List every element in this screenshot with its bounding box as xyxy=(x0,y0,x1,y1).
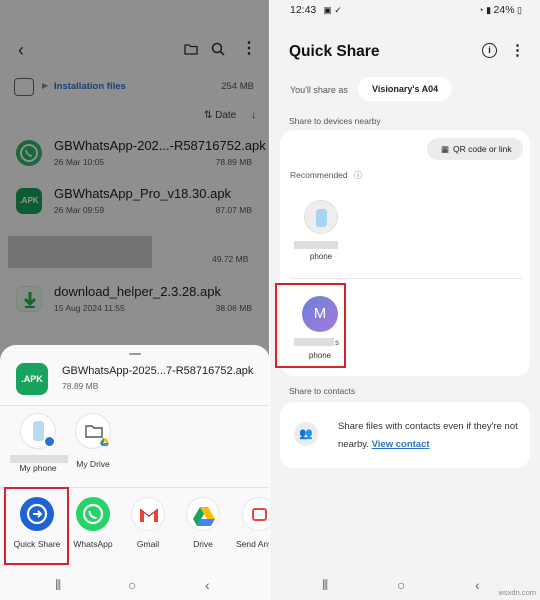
redacted-name xyxy=(10,455,68,463)
qr-code-icon: ▦ xyxy=(441,144,450,154)
info-icon[interactable]: i xyxy=(482,43,497,58)
home-button-icon[interactable]: ○ xyxy=(397,577,405,593)
qr-code-button[interactable]: ▦ QR code or link xyxy=(427,138,523,160)
battery-percent: 24% xyxy=(493,4,515,16)
watermark: wsxdn.com xyxy=(498,588,536,597)
device-my-drive[interactable]: My Drive xyxy=(63,413,123,469)
shared-file-size: 78.89 MB xyxy=(62,381,99,391)
drive-badge-icon xyxy=(100,438,109,447)
back-nav-icon[interactable]: ‹ xyxy=(205,577,210,593)
status-time: 12:43 xyxy=(290,4,317,16)
app-label: WhatsApp xyxy=(73,539,113,549)
back-nav-icon[interactable]: ‹ xyxy=(475,577,480,593)
recommended-label: Recommended ⓘ xyxy=(290,170,362,181)
app-drive[interactable]: Drive xyxy=(175,497,231,549)
device-name: phone xyxy=(309,252,333,261)
contacts-description: Share files with contacts even if they'r… xyxy=(338,418,526,454)
google-drive-icon xyxy=(186,497,220,531)
app-send-anywhere[interactable]: Send Anywhere xyxy=(230,497,270,550)
phone-icon xyxy=(20,413,56,449)
app-label: Send Anywhere xyxy=(236,539,270,549)
apk-icon: .APK xyxy=(16,363,48,395)
share-as-name[interactable]: Visionary's A04 xyxy=(358,77,453,101)
status-bar: 12:43 ▣ ✓ ◔ ▮ 24% ▯ xyxy=(290,4,522,16)
redacted-name xyxy=(294,241,338,249)
contacts-section-label: Share to contacts xyxy=(289,386,356,396)
divider xyxy=(290,278,522,279)
contacts-card[interactable]: 👥 Share files with contacts even if they… xyxy=(280,402,530,468)
share-as-label: You'll share as xyxy=(290,85,348,95)
signal-icon: ◔ ▮ xyxy=(478,5,494,15)
recent-apps-icon[interactable]: ⦀ xyxy=(55,577,61,594)
phone-icon xyxy=(316,209,327,227)
device-avatar[interactable] xyxy=(304,200,338,234)
shared-file: .APK GBWhatsApp-2025...7-R58716752.apk 7… xyxy=(16,363,256,399)
device-label: My Drive xyxy=(76,459,110,469)
app-gmail[interactable]: Gmail xyxy=(120,497,176,549)
status-icons: ▣ ✓ xyxy=(323,5,342,15)
divider xyxy=(0,405,270,406)
device-my-phone[interactable]: My phone xyxy=(8,413,68,473)
shared-file-name: GBWhatsApp-2025...7-R58716752.apk xyxy=(62,365,254,377)
app-whatsapp[interactable]: WhatsApp xyxy=(65,497,121,549)
drive-folder-icon xyxy=(75,413,111,449)
contacts-icon: 👥 xyxy=(294,422,318,446)
navigation-bar: ⦀ ○ ‹ xyxy=(0,570,270,600)
recommended-text: Recommended xyxy=(290,170,348,180)
home-button-icon[interactable]: ○ xyxy=(128,577,136,593)
battery-status: ◔ ▮ 24% ▯ xyxy=(478,4,522,16)
highlight-device xyxy=(275,283,346,368)
nearby-section-label: Share to devices nearby xyxy=(289,116,381,126)
file-manager-panel: ‹ ⋮ ▶ Installation files 254 MB ⇅ Date ↓… xyxy=(0,0,270,600)
device-label: My phone xyxy=(19,463,57,473)
send-anywhere-icon xyxy=(242,497,270,531)
gmail-icon xyxy=(131,497,165,531)
view-contact-link[interactable]: View contact xyxy=(372,439,430,450)
page-title: Quick Share xyxy=(289,43,380,60)
battery-icon: ▯ xyxy=(514,5,522,15)
app-label: Gmail xyxy=(136,539,160,549)
sheet-handle[interactable] xyxy=(129,353,141,355)
whatsapp-icon xyxy=(76,497,110,531)
quick-share-panel: 12:43 ▣ ✓ ◔ ▮ 24% ▯ Quick Share i ⋮ You'… xyxy=(270,0,540,600)
qr-button-label: QR code or link xyxy=(453,144,512,154)
app-label: Drive xyxy=(193,539,213,549)
highlight-quick-share xyxy=(4,487,69,565)
info-small-icon[interactable]: ⓘ xyxy=(354,171,362,180)
more-options-icon[interactable]: ⋮ xyxy=(510,41,525,59)
recent-apps-icon[interactable]: ⦀ xyxy=(322,577,328,594)
